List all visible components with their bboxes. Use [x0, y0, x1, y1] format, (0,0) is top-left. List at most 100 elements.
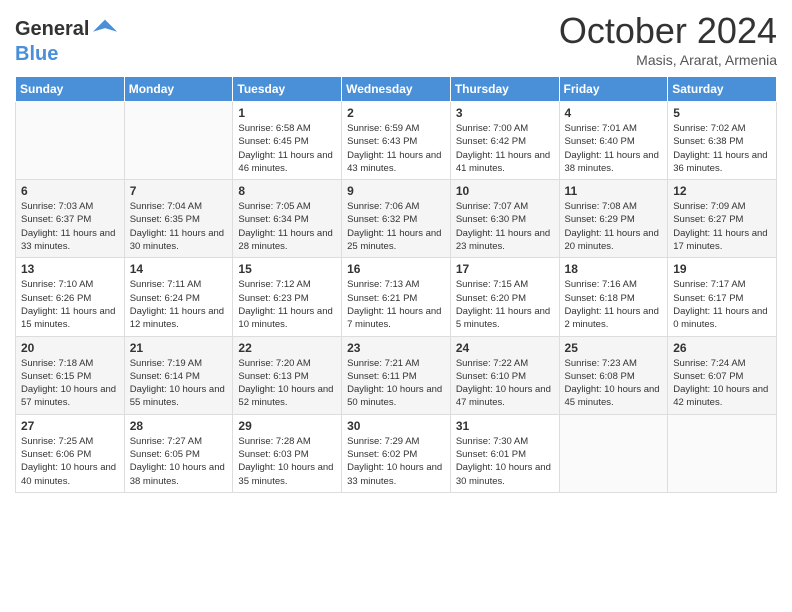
day-info: Sunrise: 7:30 AM Sunset: 6:01 PM Dayligh…: [456, 435, 554, 488]
day-number: 24: [456, 341, 554, 355]
day-of-week-header: Friday: [559, 77, 668, 102]
day-info: Sunrise: 7:12 AM Sunset: 6:23 PM Dayligh…: [238, 278, 336, 331]
day-number: 8: [238, 184, 336, 198]
calendar-cell: 26Sunrise: 7:24 AM Sunset: 6:07 PM Dayli…: [668, 336, 777, 414]
calendar-week-row: 6Sunrise: 7:03 AM Sunset: 6:37 PM Daylig…: [16, 180, 777, 258]
calendar-week-row: 13 Sunrise: 7:10 AM Sunset: 6:26 PM Dayli…: [16, 258, 777, 336]
calendar-cell: 19 Sunrise: 7:17 AM Sunset: 6:17 PM Dayli…: [668, 258, 777, 336]
day-number: 6: [21, 184, 119, 198]
calendar-cell: 21 Sunrise: 7:19 AM Sunset: 6:14 PM Dayli…: [124, 336, 233, 414]
day-info: Sunrise: 7:13 AM Sunset: 6:21 PM Dayligh…: [347, 278, 445, 331]
calendar-cell: 17Sunrise: 7:15 AM Sunset: 6:20 PM Dayli…: [450, 258, 559, 336]
calendar-cell: 5 Sunrise: 7:02 AM Sunset: 6:38 PM Daylig…: [668, 102, 777, 180]
header: General Blue October 2024 Masis, Ararat,…: [15, 10, 777, 68]
day-number: 1: [238, 106, 336, 120]
calendar-cell: 24 Sunrise: 7:22 AM Sunset: 6:10 PM Dayli…: [450, 336, 559, 414]
day-of-week-header: Thursday: [450, 77, 559, 102]
calendar-cell: 27 Sunrise: 7:25 AM Sunset: 6:06 PM Dayli…: [16, 414, 125, 492]
day-number: 29: [238, 419, 336, 433]
day-number: 21: [130, 341, 228, 355]
calendar-cell: [668, 414, 777, 492]
calendar-cell: 25 Sunrise: 7:23 AM Sunset: 6:08 PM Dayli…: [559, 336, 668, 414]
calendar-week-row: 20 Sunrise: 7:18 AM Sunset: 6:15 PM Dayli…: [16, 336, 777, 414]
calendar-cell: 20 Sunrise: 7:18 AM Sunset: 6:15 PM Dayli…: [16, 336, 125, 414]
day-info: Sunrise: 7:01 AM Sunset: 6:40 PM Dayligh…: [565, 122, 663, 175]
day-info: Sunrise: 7:27 AM Sunset: 6:05 PM Dayligh…: [130, 435, 228, 488]
day-info: Sunrise: 7:21 AM Sunset: 6:11 PM Dayligh…: [347, 357, 445, 410]
calendar-table: SundayMondayTuesdayWednesdayThursdayFrid…: [15, 76, 777, 493]
calendar-week-row: 1 Sunrise: 6:58 AM Sunset: 6:45 PM Daylig…: [16, 102, 777, 180]
calendar-header-row: SundayMondayTuesdayWednesdayThursdayFrid…: [16, 77, 777, 102]
calendar-cell: 13 Sunrise: 7:10 AM Sunset: 6:26 PM Dayli…: [16, 258, 125, 336]
day-of-week-header: Saturday: [668, 77, 777, 102]
day-info: Sunrise: 7:17 AM Sunset: 6:17 PM Dayligh…: [673, 278, 771, 331]
logo-blue: Blue: [15, 43, 119, 65]
calendar-cell: 23 Sunrise: 7:21 AM Sunset: 6:11 PM Dayli…: [342, 336, 451, 414]
day-number: 23: [347, 341, 445, 355]
day-of-week-header: Tuesday: [233, 77, 342, 102]
day-info: Sunrise: 7:05 AM Sunset: 6:34 PM Dayligh…: [238, 200, 336, 253]
calendar-cell: 22 Sunrise: 7:20 AM Sunset: 6:13 PM Dayli…: [233, 336, 342, 414]
day-info: Sunrise: 7:10 AM Sunset: 6:26 PM Dayligh…: [21, 278, 119, 331]
calendar-cell: 12Sunrise: 7:09 AM Sunset: 6:27 PM Dayli…: [668, 180, 777, 258]
day-number: 31: [456, 419, 554, 433]
calendar-cell: 1 Sunrise: 6:58 AM Sunset: 6:45 PM Daylig…: [233, 102, 342, 180]
day-info: Sunrise: 7:07 AM Sunset: 6:30 PM Dayligh…: [456, 200, 554, 253]
logo-general: General: [15, 18, 89, 40]
day-info: Sunrise: 7:08 AM Sunset: 6:29 PM Dayligh…: [565, 200, 663, 253]
day-number: 20: [21, 341, 119, 355]
day-info: Sunrise: 7:25 AM Sunset: 6:06 PM Dayligh…: [21, 435, 119, 488]
day-of-week-header: Wednesday: [342, 77, 451, 102]
day-number: 25: [565, 341, 663, 355]
day-number: 19: [673, 262, 771, 276]
calendar-cell: 9Sunrise: 7:06 AM Sunset: 6:32 PM Daylig…: [342, 180, 451, 258]
calendar-cell: 6Sunrise: 7:03 AM Sunset: 6:37 PM Daylig…: [16, 180, 125, 258]
day-number: 7: [130, 184, 228, 198]
calendar-cell: 31 Sunrise: 7:30 AM Sunset: 6:01 PM Dayli…: [450, 414, 559, 492]
title-block: October 2024 Masis, Ararat, Armenia: [559, 10, 777, 68]
calendar-cell: 7 Sunrise: 7:04 AM Sunset: 6:35 PM Daylig…: [124, 180, 233, 258]
day-info: Sunrise: 7:22 AM Sunset: 6:10 PM Dayligh…: [456, 357, 554, 410]
day-info: Sunrise: 7:29 AM Sunset: 6:02 PM Dayligh…: [347, 435, 445, 488]
logo: General Blue: [15, 15, 119, 65]
day-info: Sunrise: 7:23 AM Sunset: 6:08 PM Dayligh…: [565, 357, 663, 410]
day-info: Sunrise: 7:04 AM Sunset: 6:35 PM Dayligh…: [130, 200, 228, 253]
day-info: Sunrise: 7:28 AM Sunset: 6:03 PM Dayligh…: [238, 435, 336, 488]
day-number: 27: [21, 419, 119, 433]
calendar-week-row: 27 Sunrise: 7:25 AM Sunset: 6:06 PM Dayli…: [16, 414, 777, 492]
day-info: Sunrise: 7:19 AM Sunset: 6:14 PM Dayligh…: [130, 357, 228, 410]
calendar-page: General Blue October 2024 Masis, Ararat,…: [0, 0, 792, 612]
day-number: 4: [565, 106, 663, 120]
day-info: Sunrise: 6:58 AM Sunset: 6:45 PM Dayligh…: [238, 122, 336, 175]
day-number: 13: [21, 262, 119, 276]
day-info: Sunrise: 7:20 AM Sunset: 6:13 PM Dayligh…: [238, 357, 336, 410]
calendar-cell: 11 Sunrise: 7:08 AM Sunset: 6:29 PM Dayli…: [559, 180, 668, 258]
calendar-cell: 30Sunrise: 7:29 AM Sunset: 6:02 PM Dayli…: [342, 414, 451, 492]
logo-bird-icon: [91, 15, 119, 43]
day-number: 17: [456, 262, 554, 276]
calendar-cell: 28Sunrise: 7:27 AM Sunset: 6:05 PM Dayli…: [124, 414, 233, 492]
day-number: 11: [565, 184, 663, 198]
day-info: Sunrise: 7:18 AM Sunset: 6:15 PM Dayligh…: [21, 357, 119, 410]
calendar-cell: [124, 102, 233, 180]
day-info: Sunrise: 7:02 AM Sunset: 6:38 PM Dayligh…: [673, 122, 771, 175]
day-info: Sunrise: 6:59 AM Sunset: 6:43 PM Dayligh…: [347, 122, 445, 175]
calendar-cell: 2Sunrise: 6:59 AM Sunset: 6:43 PM Daylig…: [342, 102, 451, 180]
day-number: 10: [456, 184, 554, 198]
day-info: Sunrise: 7:16 AM Sunset: 6:18 PM Dayligh…: [565, 278, 663, 331]
calendar-cell: 4 Sunrise: 7:01 AM Sunset: 6:40 PM Daylig…: [559, 102, 668, 180]
day-number: 18: [565, 262, 663, 276]
month-title: October 2024: [559, 10, 777, 52]
location-subtitle: Masis, Ararat, Armenia: [559, 52, 777, 68]
calendar-cell: 29 Sunrise: 7:28 AM Sunset: 6:03 PM Dayli…: [233, 414, 342, 492]
day-number: 5: [673, 106, 771, 120]
day-number: 15: [238, 262, 336, 276]
day-of-week-header: Monday: [124, 77, 233, 102]
day-number: 16: [347, 262, 445, 276]
day-number: 22: [238, 341, 336, 355]
day-info: Sunrise: 7:09 AM Sunset: 6:27 PM Dayligh…: [673, 200, 771, 253]
day-number: 3: [456, 106, 554, 120]
calendar-cell: 18 Sunrise: 7:16 AM Sunset: 6:18 PM Dayli…: [559, 258, 668, 336]
calendar-cell: [16, 102, 125, 180]
day-number: 9: [347, 184, 445, 198]
